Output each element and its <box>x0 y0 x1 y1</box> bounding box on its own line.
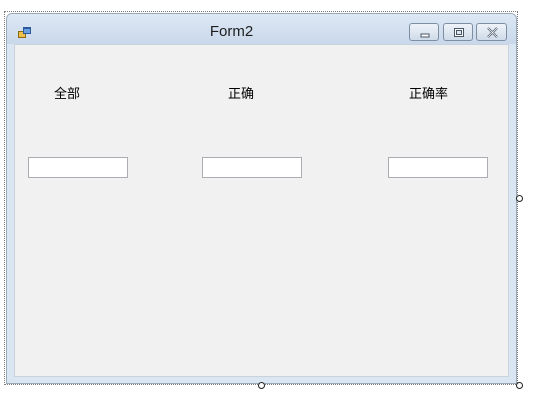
form-client-area: 全部 正确 正确率 <box>14 44 509 377</box>
label-total: 全部 <box>54 87 81 102</box>
label-correct: 正确 <box>228 87 255 102</box>
form-window: Form2 全部 正确 正确率 <box>6 13 517 384</box>
minimize-button[interactable] <box>409 23 439 41</box>
resize-handle-right[interactable] <box>516 195 523 202</box>
total-textbox[interactable] <box>28 157 128 178</box>
accuracy-textbox[interactable] <box>388 157 488 178</box>
correct-textbox[interactable] <box>202 157 302 178</box>
close-button[interactable] <box>476 23 507 41</box>
minimize-icon <box>420 33 430 38</box>
close-icon <box>487 27 498 38</box>
restore-icon <box>454 28 464 37</box>
resize-handle-bottom[interactable] <box>258 382 265 389</box>
label-accuracy: 正确率 <box>409 87 449 102</box>
restore-button[interactable] <box>443 23 473 41</box>
designer-surface: Form2 全部 正确 正确率 <box>0 0 542 395</box>
resize-handle-bottom-right[interactable] <box>516 382 523 389</box>
title-bar[interactable]: Form2 <box>7 14 516 44</box>
